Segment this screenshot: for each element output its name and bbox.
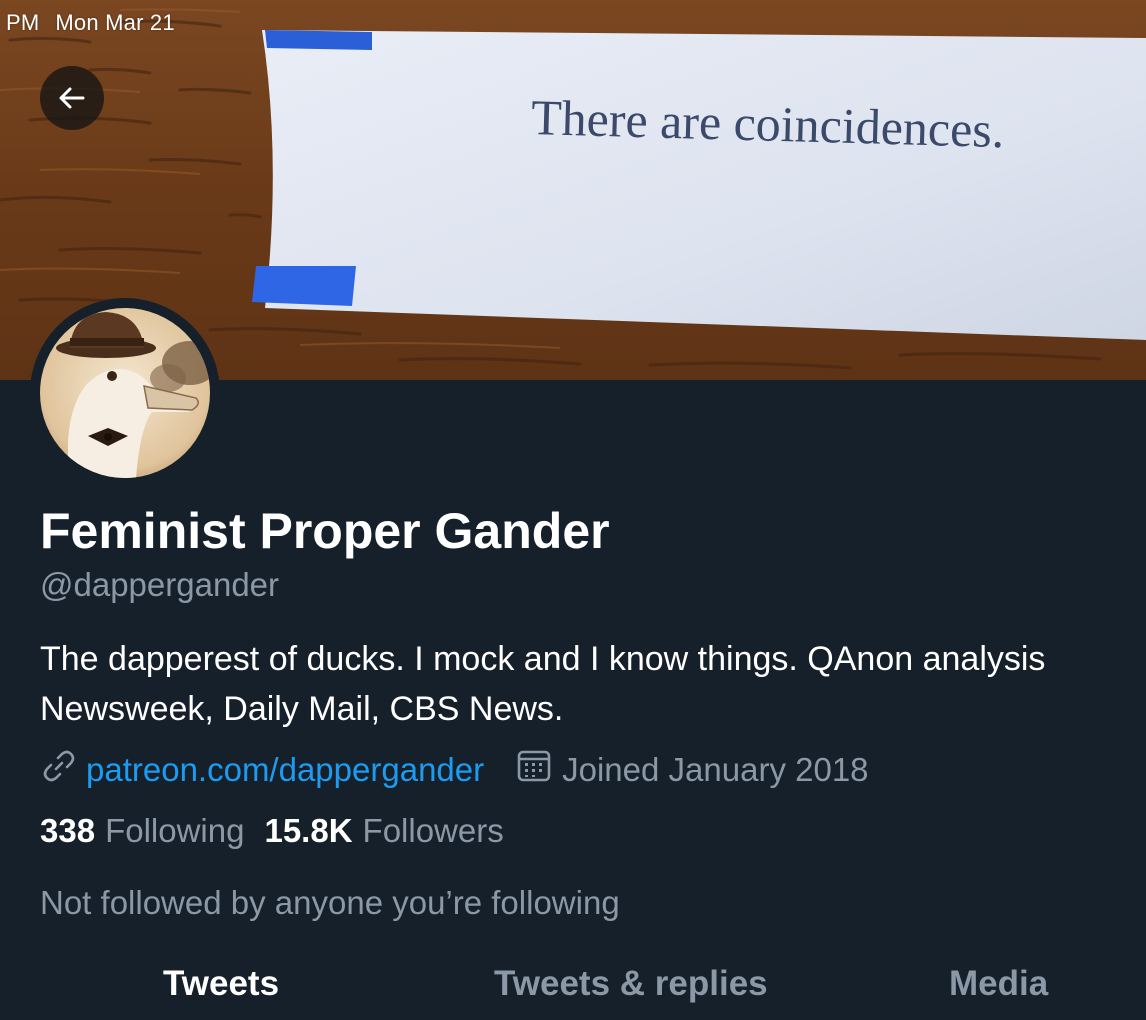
joined-text: Joined January 2018	[562, 751, 869, 788]
status-bar: PM Mon Mar 21	[6, 10, 191, 36]
not-followed-note: Not followed by anyone you’re following	[40, 884, 620, 921]
link-icon	[40, 747, 78, 793]
display-name: Feminist Proper Gander	[40, 503, 610, 559]
profile-meta: patreon.com/dappergander Joined January …	[40, 748, 869, 792]
followers-label: Followers	[362, 812, 504, 849]
status-time: PM	[6, 10, 40, 35]
profile-tabs: Tweets Tweets & replies Media	[0, 960, 1146, 1020]
avatar[interactable]	[30, 298, 220, 488]
tab-tweets[interactable]: Tweets	[163, 964, 279, 1004]
profile-link[interactable]: patreon.com/dappergander	[40, 747, 484, 793]
profile-page: There are coincidences. PM Mon Mar 21 Fe…	[0, 0, 1146, 1020]
tab-media[interactable]: Media	[949, 964, 1048, 1004]
following-stat[interactable]: 338 Following	[40, 812, 244, 850]
following-count: 338	[40, 812, 96, 849]
arrow-left-icon	[57, 83, 87, 113]
followers-stat[interactable]: 15.8K Followers	[264, 812, 503, 850]
avatar-image	[40, 308, 210, 478]
tab-tweets-and-replies[interactable]: Tweets & replies	[494, 964, 768, 1004]
bio-line-1: The dapperest of ducks. I mock and I kno…	[40, 640, 1046, 678]
back-button[interactable]	[40, 66, 104, 130]
followers-count: 15.8K	[264, 812, 353, 849]
profile-handle: @dappergander	[40, 566, 280, 603]
joined-date: Joined January 2018	[516, 748, 869, 792]
bio-line-2: Newsweek, Daily Mail, CBS News.	[40, 690, 564, 728]
status-date: Mon Mar 21	[55, 10, 175, 35]
profile-bio: The dapperest of ducks. I mock and I kno…	[40, 634, 1146, 734]
profile-stats: 338 Following 15.8K Followers	[40, 812, 504, 850]
following-label: Following	[105, 812, 245, 849]
profile-link-text[interactable]: patreon.com/dappergander	[86, 751, 484, 789]
calendar-icon	[516, 748, 552, 792]
